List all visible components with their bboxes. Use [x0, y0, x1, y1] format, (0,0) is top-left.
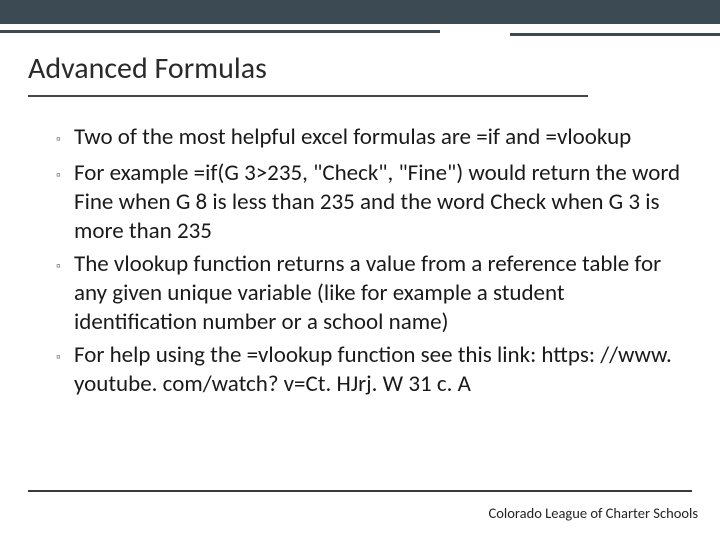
bullet-text: Two of the most helpful excel formulas a… [74, 123, 631, 152]
bullet-text: For example =if(G 3>235, "Check", "Fine"… [74, 159, 682, 246]
footer-text: Colorado League of Charter Schools [489, 504, 698, 522]
header-accent [0, 30, 720, 40]
bullet-item: ▫ For example =if(G 3>235, "Check", "Fin… [56, 159, 682, 246]
bullet-text: The vlookup function returns a value fro… [74, 250, 682, 337]
title-underline [28, 95, 588, 97]
accent-cut-2 [510, 33, 720, 36]
slide: Advanced Formulas ▫ Two of the most help… [0, 0, 720, 540]
slide-title: Advanced Formulas [28, 50, 692, 87]
bullet-item: ▫ The vlookup function returns a value f… [56, 250, 682, 337]
bullet-text: For help using the =vlookup function see… [74, 341, 682, 399]
title-block: Advanced Formulas [0, 40, 720, 103]
bullet-marker-icon: ▫ [56, 159, 74, 191]
bullet-item: ▫ For help using the =vlookup function s… [56, 341, 682, 399]
bullet-item: ▫ Two of the most helpful excel formulas… [56, 123, 682, 155]
header-band [0, 0, 720, 30]
bullet-marker-icon: ▫ [56, 123, 74, 155]
body: ▫ Two of the most helpful excel formulas… [0, 103, 720, 399]
bullet-marker-icon: ▫ [56, 341, 74, 373]
bottom-rule [28, 490, 692, 492]
bullet-marker-icon: ▫ [56, 250, 74, 282]
